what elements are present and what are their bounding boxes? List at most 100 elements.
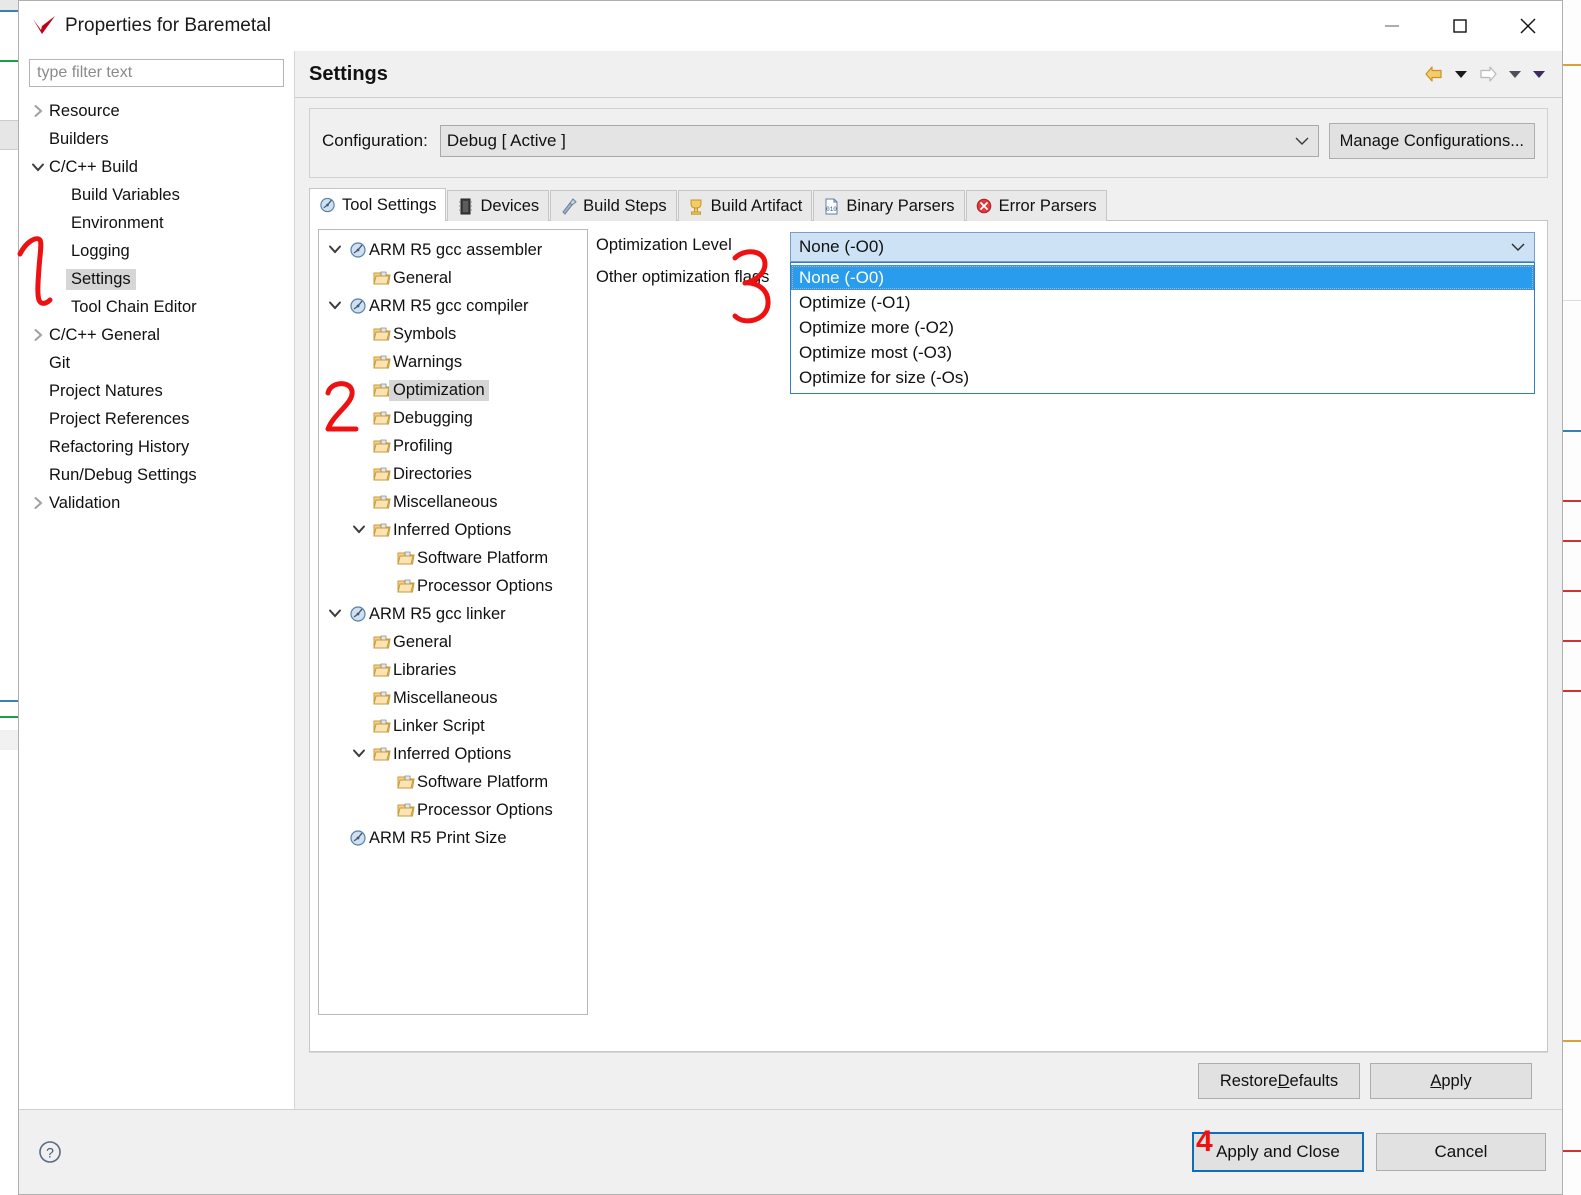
tool-tree-item-label: ARM R5 gcc compiler bbox=[369, 296, 529, 315]
configuration-combo-value: Debug [ Active ] bbox=[446, 131, 566, 150]
sidebar-item-label: Refactoring History bbox=[49, 437, 190, 456]
sidebar-item-label: Tool Chain Editor bbox=[71, 297, 197, 316]
chevron-down-icon[interactable] bbox=[323, 606, 347, 623]
sidebar-item-resource[interactable]: Resource bbox=[19, 97, 294, 125]
minimize-button[interactable] bbox=[1358, 1, 1426, 50]
chevron-down-icon[interactable] bbox=[347, 746, 371, 763]
sidebar-item-project-natures[interactable]: Project Natures bbox=[19, 377, 294, 405]
tab-label: Error Parsers bbox=[998, 196, 1097, 215]
maximize-button[interactable] bbox=[1426, 1, 1494, 50]
chevron-down-icon[interactable] bbox=[27, 160, 49, 174]
tool-tree-item-inferred-options[interactable]: Inferred Options bbox=[319, 516, 587, 544]
optimization-level-dropdown[interactable]: None (-O0) Optimize (-O1) Optimize more (-… bbox=[790, 262, 1535, 394]
tab-build-artifact[interactable]: Build Artifact bbox=[677, 190, 813, 221]
chevron-right-icon[interactable] bbox=[27, 104, 49, 118]
tool-tree-item-libraries[interactable]: Libraries bbox=[319, 656, 587, 684]
sidebar-item-settings[interactable]: Settings bbox=[19, 265, 294, 293]
dropdown-option-label: Optimize more (-O2) bbox=[799, 317, 954, 337]
sidebar-item-refactoring-history[interactable]: Refactoring History bbox=[19, 433, 294, 461]
apply-bar: Restore Defaults Apply bbox=[309, 1052, 1548, 1109]
tab-error-parsers[interactable]: Error Parsers bbox=[965, 190, 1107, 221]
sidebar-item-run-debug-settings[interactable]: Run/Debug Settings bbox=[19, 461, 294, 489]
tab-label: Build Steps bbox=[583, 196, 667, 215]
sidebar-item-environment[interactable]: Environment bbox=[19, 209, 294, 237]
sidebar-item-c-c-build[interactable]: C/C++ Build bbox=[19, 153, 294, 181]
tool-tree-item-label: Profiling bbox=[393, 436, 453, 455]
chevron-down-icon[interactable] bbox=[347, 522, 371, 539]
folder-icon bbox=[371, 494, 393, 510]
forward-menu-chevron-down-icon[interactable] bbox=[1508, 69, 1522, 79]
tool-tree-item-profiling[interactable]: Profiling bbox=[319, 432, 587, 460]
folder-icon bbox=[371, 438, 393, 454]
tool-tree-item-general[interactable]: General bbox=[319, 264, 587, 292]
sidebar-item-validation[interactable]: Validation bbox=[19, 489, 294, 517]
dropdown-option-label: Optimize (-O1) bbox=[799, 292, 911, 312]
filter-input[interactable] bbox=[29, 59, 284, 87]
configuration-combo[interactable]: Debug [ Active ] bbox=[439, 125, 1319, 157]
error-parsers-icon bbox=[976, 198, 993, 215]
dropdown-option-optimize-for-size-os[interactable]: Optimize for size (-Os) bbox=[791, 365, 1534, 390]
tool-tree-item-label: Inferred Options bbox=[393, 520, 512, 539]
tool-tree-item-arm-r5-gcc-linker[interactable]: ARM R5 gcc linker bbox=[319, 600, 587, 628]
tool-tree-item-linker-script[interactable]: Linker Script bbox=[319, 712, 587, 740]
folder-icon bbox=[395, 802, 417, 818]
tool-tree-item-warnings[interactable]: Warnings bbox=[319, 348, 587, 376]
tool-tree-item-processor-options[interactable]: Processor Options bbox=[319, 572, 587, 600]
tool-tree-item-optimization[interactable]: Optimization bbox=[319, 376, 587, 404]
sidebar-item-builders[interactable]: Builders bbox=[19, 125, 294, 153]
sidebar-item-logging[interactable]: Logging bbox=[19, 237, 294, 265]
tab-tool-settings[interactable]: Tool Settings bbox=[309, 188, 447, 221]
chevron-right-icon[interactable] bbox=[27, 328, 49, 342]
folder-icon bbox=[371, 270, 393, 286]
apply-button[interactable]: Apply bbox=[1370, 1063, 1532, 1099]
manage-configurations-button[interactable]: Manage Configurations... bbox=[1328, 123, 1535, 159]
sidebar-item-project-references[interactable]: Project References bbox=[19, 405, 294, 433]
tool-tree-item-software-platform[interactable]: Software Platform bbox=[319, 544, 587, 572]
apply-and-close-button[interactable]: Apply and Close bbox=[1192, 1132, 1364, 1172]
sidebar-item-git[interactable]: Git bbox=[19, 349, 294, 377]
tool-tree-item-inferred-options[interactable]: Inferred Options bbox=[319, 740, 587, 768]
close-button[interactable] bbox=[1494, 1, 1562, 50]
chevron-down-icon[interactable] bbox=[323, 298, 347, 315]
build-artifact-icon bbox=[688, 198, 705, 215]
optimization-level-combo[interactable]: None (-O0) bbox=[790, 232, 1535, 262]
dropdown-option-none-o0[interactable]: None (-O0) bbox=[791, 265, 1534, 290]
forward-arrow-icon[interactable] bbox=[1478, 65, 1498, 83]
tool-tree-item-processor-options[interactable]: Processor Options bbox=[319, 796, 587, 824]
help-question-icon[interactable]: ? bbox=[37, 1139, 63, 1165]
tool-icon bbox=[347, 241, 369, 259]
tool-tree-item-arm-r5-gcc-compiler[interactable]: ARM R5 gcc compiler bbox=[319, 292, 587, 320]
optimization-level-combo-value: None (-O0) bbox=[799, 237, 885, 256]
dropdown-option-optimize-o1[interactable]: Optimize (-O1) bbox=[791, 290, 1534, 315]
tool-settings-icon bbox=[319, 197, 336, 214]
tool-tree-item-miscellaneous[interactable]: Miscellaneous bbox=[319, 488, 587, 516]
restore-defaults-label-post: efaults bbox=[1289, 1071, 1339, 1090]
tool-tree-item-debugging[interactable]: Debugging bbox=[319, 404, 587, 432]
tab-devices[interactable]: Devices bbox=[447, 190, 550, 221]
sidebar-item-build-variables[interactable]: Build Variables bbox=[19, 181, 294, 209]
tool-tree-item-software-platform[interactable]: Software Platform bbox=[319, 768, 587, 796]
back-arrow-icon[interactable] bbox=[1424, 65, 1444, 83]
tool-tree-item-general[interactable]: General bbox=[319, 628, 587, 656]
view-menu-chevron-down-icon[interactable] bbox=[1532, 69, 1546, 79]
folder-icon bbox=[395, 774, 417, 790]
restore-defaults-button[interactable]: Restore Defaults bbox=[1198, 1063, 1360, 1099]
sidebar-item-c-c-general[interactable]: C/C++ General bbox=[19, 321, 294, 349]
sidebar-item-tool-chain-editor[interactable]: Tool Chain Editor bbox=[19, 293, 294, 321]
apply-label-post: pply bbox=[1441, 1071, 1472, 1090]
back-menu-chevron-down-icon[interactable] bbox=[1454, 69, 1468, 79]
chevron-down-icon[interactable] bbox=[323, 242, 347, 259]
tool-tree-item-label: ARM R5 Print Size bbox=[369, 828, 507, 847]
chevron-right-icon[interactable] bbox=[27, 496, 49, 510]
tool-tree-item-miscellaneous[interactable]: Miscellaneous bbox=[319, 684, 587, 712]
dropdown-option-optimize-more-o2[interactable]: Optimize more (-O2) bbox=[791, 315, 1534, 340]
dropdown-option-optimize-most-o3[interactable]: Optimize most (-O3) bbox=[791, 340, 1534, 365]
tool-tree-item-symbols[interactable]: Symbols bbox=[319, 320, 587, 348]
tool-tree-item-arm-r5-gcc-assembler[interactable]: ARM R5 gcc assembler bbox=[319, 236, 587, 264]
tab-binary-parsers[interactable]: 010 Binary Parsers bbox=[813, 190, 965, 221]
tool-tree-item-directories[interactable]: Directories bbox=[319, 460, 587, 488]
tool-tree-item-arm-r5-print-size[interactable]: ARM R5 Print Size bbox=[319, 824, 587, 852]
tab-build-steps[interactable]: Build Steps bbox=[550, 190, 677, 221]
cancel-button[interactable]: Cancel bbox=[1376, 1133, 1546, 1171]
background-window-right-sliver bbox=[1563, 0, 1581, 1195]
